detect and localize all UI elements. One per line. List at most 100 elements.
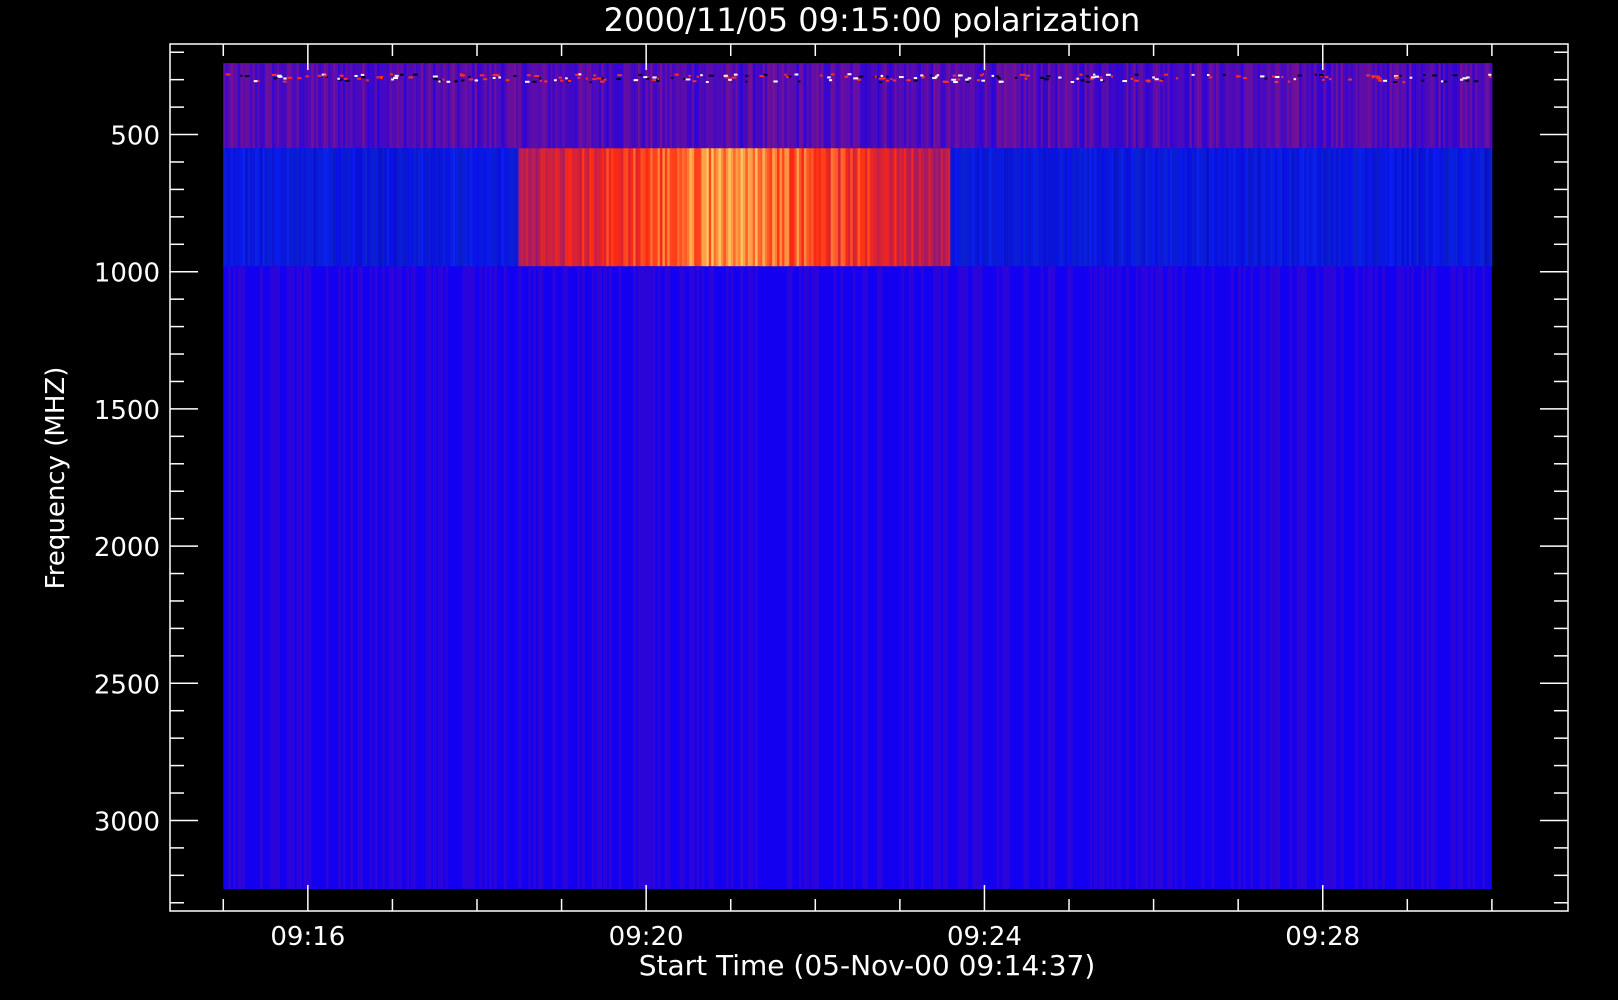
heatmap-cell xyxy=(608,266,612,890)
heatmap-speckle xyxy=(981,79,985,82)
heatmap-speckle xyxy=(886,79,890,82)
heatmap-speckle xyxy=(544,80,548,83)
heatmap-speckle xyxy=(474,79,479,82)
heatmap-cell xyxy=(494,266,498,890)
heatmap-speckle xyxy=(1208,76,1213,79)
heatmap-cell xyxy=(740,266,744,890)
heatmap-speckle xyxy=(759,75,765,78)
heatmap-speckle xyxy=(1043,78,1049,81)
heatmap-speckle xyxy=(1025,74,1030,77)
heatmap-speckle xyxy=(723,74,728,77)
heatmap-speckle xyxy=(1080,79,1085,82)
heatmap-speckle xyxy=(1378,79,1383,82)
heatmap-cell xyxy=(428,266,432,890)
heatmap-speckle xyxy=(633,79,639,82)
heatmap-speckle xyxy=(745,80,748,83)
heatmap-cell xyxy=(381,266,385,890)
heatmap-speckle xyxy=(287,76,293,79)
heatmap-cell xyxy=(298,266,302,890)
heatmap-cell xyxy=(228,266,232,890)
heatmap-cell xyxy=(1406,266,1410,890)
heatmap-speckle xyxy=(337,77,340,80)
heatmap-speckle xyxy=(1110,75,1114,78)
heatmap-speckle xyxy=(361,76,366,79)
heatmap-cell xyxy=(259,266,263,890)
heatmap-cell xyxy=(1025,266,1029,890)
heatmap-speckle xyxy=(643,76,648,79)
heatmap-speckle xyxy=(1176,77,1179,80)
heatmap-cell xyxy=(701,266,705,890)
heatmap-speckle xyxy=(446,80,451,83)
chart-title: 2000/11/05 09:15:00 polarization xyxy=(604,1,1141,39)
heatmap-speckle xyxy=(354,74,358,77)
heatmap-speckle xyxy=(1432,74,1437,77)
heatmap-speckle xyxy=(432,78,437,81)
heatmap-speckle xyxy=(460,79,465,82)
heatmap-speckle xyxy=(921,76,925,79)
heatmap-cell xyxy=(667,266,671,890)
y-tick-label: 500 xyxy=(110,122,160,152)
heatmap-speckle xyxy=(391,78,394,81)
heatmap-cell xyxy=(1052,266,1056,890)
heatmap-cell xyxy=(503,266,507,890)
heatmap-speckle xyxy=(657,77,660,80)
heatmap-cell xyxy=(1333,266,1337,890)
heatmap-speckle xyxy=(1271,75,1275,78)
heatmap-cell xyxy=(657,266,661,890)
heatmap-cell xyxy=(691,266,695,890)
heatmap-speckle xyxy=(442,78,445,81)
heatmap-speckle xyxy=(878,81,883,84)
heatmap-speckle xyxy=(656,79,660,82)
heatmap-cell xyxy=(1452,266,1456,890)
heatmap-speckle xyxy=(1094,75,1100,78)
heatmap-speckle xyxy=(1206,74,1210,77)
y-tick-label: 1000 xyxy=(94,259,160,289)
heatmap-speckle xyxy=(432,75,438,78)
heatmap-speckle xyxy=(468,75,471,78)
heatmap-cell xyxy=(445,266,449,890)
heatmap-speckle xyxy=(1441,80,1444,83)
heatmap-speckle xyxy=(1260,75,1265,78)
heatmap-speckle xyxy=(685,78,691,81)
heatmap-cell xyxy=(1355,266,1359,890)
heatmap-speckle xyxy=(617,74,623,77)
heatmap-speckle xyxy=(498,76,501,79)
heatmap-cell xyxy=(1482,266,1486,890)
heatmap-cell xyxy=(852,266,856,890)
heatmap-speckle xyxy=(492,76,496,79)
heatmap-cell xyxy=(1230,266,1234,890)
heatmap-speckle xyxy=(1318,74,1324,77)
heatmap-cell xyxy=(603,266,607,890)
y-axis-label: Frequency (MHZ) xyxy=(41,367,71,590)
heatmap-cell xyxy=(325,266,329,890)
heatmap-cell xyxy=(406,266,410,890)
heatmap-cell xyxy=(1160,266,1164,890)
heatmap-speckle xyxy=(589,81,592,84)
heatmap-speckle xyxy=(596,77,602,80)
heatmap-speckle xyxy=(225,73,231,76)
heatmap-cell xyxy=(1340,266,1344,890)
heatmap-cell xyxy=(1145,266,1149,890)
heatmap-speckle xyxy=(794,73,799,76)
heatmap-cell xyxy=(730,266,734,890)
heatmap-cell xyxy=(276,266,280,890)
heatmap-speckle xyxy=(957,74,963,77)
heatmap-cell xyxy=(591,266,595,890)
heatmap-speckle xyxy=(271,73,277,76)
heatmap-speckle xyxy=(1191,73,1195,76)
heatmap-speckle xyxy=(1274,80,1279,83)
heatmap-speckle xyxy=(688,74,692,77)
heatmap-speckle xyxy=(1422,73,1426,76)
x-tick-label: 09:24 xyxy=(947,922,1022,952)
heatmap-cell xyxy=(996,266,1000,890)
heatmap-speckle xyxy=(1293,78,1297,81)
heatmap-speckle xyxy=(1366,74,1371,77)
heatmap-cell xyxy=(789,266,793,890)
heatmap-cell xyxy=(374,266,378,890)
heatmap-speckle xyxy=(929,74,933,77)
heatmap-speckle xyxy=(273,77,277,80)
heatmap-speckle xyxy=(505,79,510,82)
heatmap-speckle xyxy=(394,74,399,77)
heatmap-cell xyxy=(1374,266,1378,890)
heatmap-speckle xyxy=(858,75,864,78)
